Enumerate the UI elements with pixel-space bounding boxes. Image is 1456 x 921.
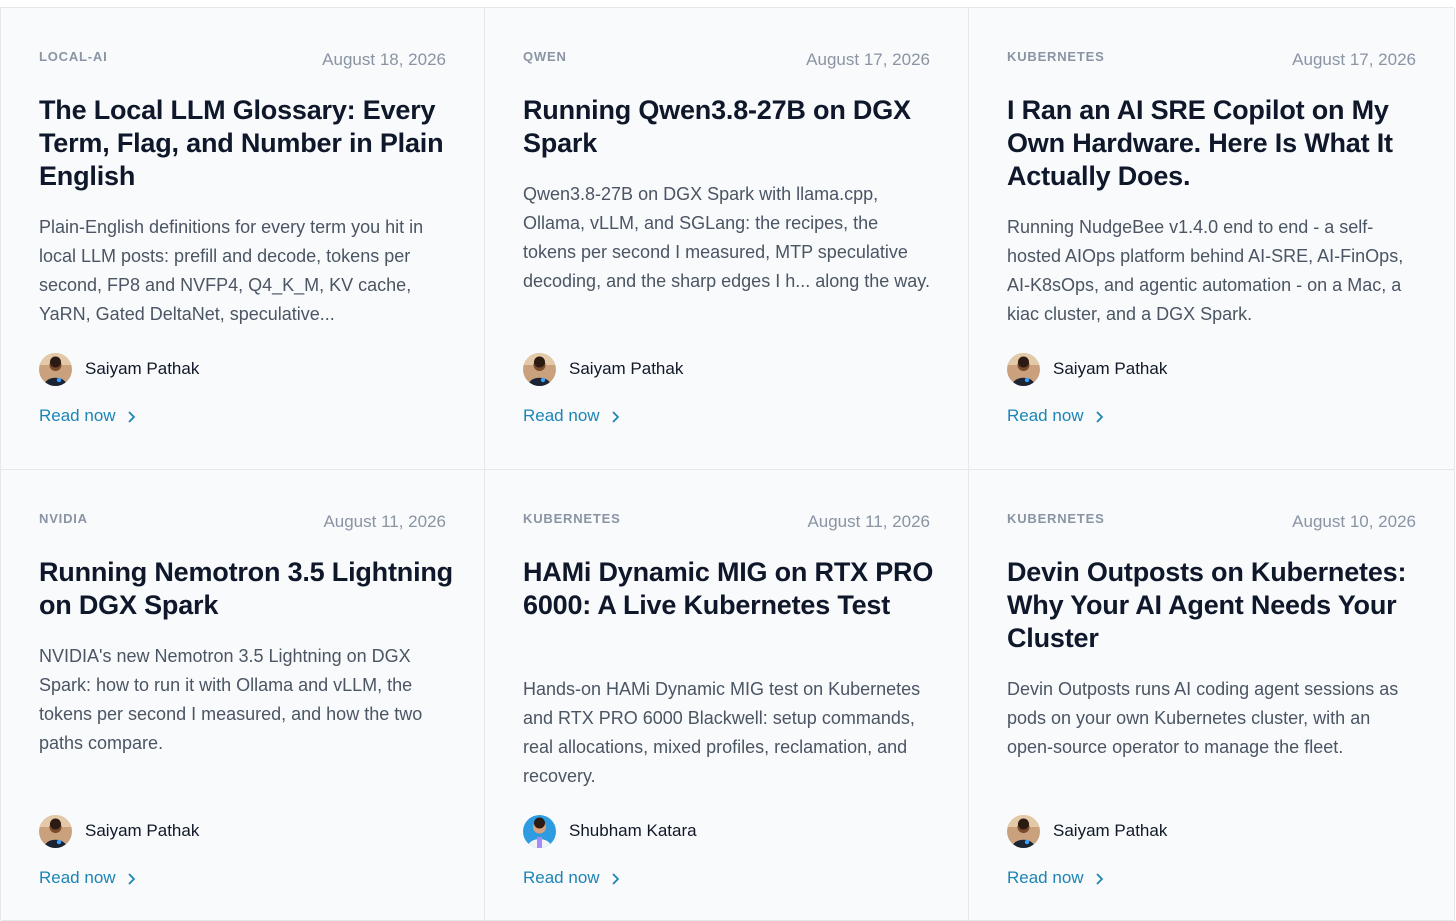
post-card[interactable]: QWEN August 17, 2026 Running Qwen3.8-27B… bbox=[485, 8, 969, 470]
post-tag[interactable]: KUBERNETES bbox=[523, 511, 621, 526]
author-avatar bbox=[1007, 814, 1040, 848]
chevron-right-icon bbox=[126, 409, 138, 423]
post-excerpt: Plain-English definitions for every term… bbox=[39, 217, 424, 324]
post-tag[interactable]: QWEN bbox=[523, 49, 567, 64]
author-avatar bbox=[523, 352, 556, 386]
post-author: Saiyam Pathak bbox=[39, 352, 199, 386]
read-now-link[interactable]: Read now bbox=[1007, 406, 1106, 426]
post-excerpt: NVIDIA's new Nemotron 3.5 Lightning on D… bbox=[39, 646, 423, 753]
post-tag[interactable]: KUBERNETES bbox=[1007, 49, 1105, 64]
post-date: August 17, 2026 bbox=[806, 50, 930, 69]
post-title[interactable]: Devin Outposts on Kubernetes: Why Your A… bbox=[1007, 556, 1424, 655]
author-avatar bbox=[523, 814, 556, 848]
read-now-label: Read now bbox=[39, 868, 116, 887]
post-date: August 18, 2026 bbox=[322, 50, 446, 69]
author-name[interactable]: Saiyam Pathak bbox=[85, 359, 199, 379]
post-author: Saiyam Pathak bbox=[1007, 352, 1167, 386]
read-now-link[interactable]: Read now bbox=[523, 406, 622, 426]
author-name[interactable]: Shubham Katara bbox=[569, 821, 697, 841]
post-excerpt: Hands-on HAMi Dynamic MIG test on Kubern… bbox=[523, 679, 921, 786]
post-author: Shubham Katara bbox=[523, 814, 697, 848]
post-meta: KUBERNETES August 11, 2026 bbox=[523, 510, 930, 534]
post-grid: LOCAL-AI August 18, 2026 The Local LLM G… bbox=[0, 7, 1455, 921]
post-title[interactable]: HAMi Dynamic MIG on RTX PRO 6000: A Live… bbox=[523, 556, 938, 622]
post-author: Saiyam Pathak bbox=[39, 814, 199, 848]
post-author: Saiyam Pathak bbox=[523, 352, 683, 386]
read-now-link[interactable]: Read now bbox=[523, 868, 622, 888]
author-avatar bbox=[39, 814, 72, 848]
post-date: August 17, 2026 bbox=[1292, 50, 1416, 69]
post-meta: LOCAL-AI August 18, 2026 bbox=[39, 48, 446, 72]
post-meta: QWEN August 17, 2026 bbox=[523, 48, 930, 72]
post-date: August 10, 2026 bbox=[1292, 512, 1416, 531]
read-now-link[interactable]: Read now bbox=[39, 406, 138, 426]
author-avatar bbox=[1007, 352, 1040, 386]
post-title[interactable]: The Local LLM Glossary: Every Term, Flag… bbox=[39, 94, 454, 193]
post-excerpt: Qwen3.8-27B on DGX Spark with llama.cpp,… bbox=[523, 184, 930, 291]
author-name[interactable]: Saiyam Pathak bbox=[1053, 359, 1167, 379]
post-card[interactable]: KUBERNETES August 17, 2026 I Ran an AI S… bbox=[969, 8, 1455, 470]
post-title[interactable]: I Ran an AI SRE Copilot on My Own Hardwa… bbox=[1007, 94, 1424, 193]
read-now-link[interactable]: Read now bbox=[1007, 868, 1106, 888]
post-title[interactable]: Running Qwen3.8-27B on DGX Spark bbox=[523, 94, 938, 160]
chevron-right-icon bbox=[610, 409, 622, 423]
post-meta: KUBERNETES August 10, 2026 bbox=[1007, 510, 1416, 534]
chevron-right-icon bbox=[610, 871, 622, 885]
post-tag[interactable]: LOCAL-AI bbox=[39, 49, 108, 64]
read-now-label: Read now bbox=[1007, 868, 1084, 887]
author-name[interactable]: Saiyam Pathak bbox=[569, 359, 683, 379]
post-meta: NVIDIA August 11, 2026 bbox=[39, 510, 446, 534]
read-now-label: Read now bbox=[39, 406, 116, 425]
read-now-label: Read now bbox=[523, 868, 600, 887]
post-excerpt: Devin Outposts runs AI coding agent sess… bbox=[1007, 679, 1399, 757]
post-tag[interactable]: NVIDIA bbox=[39, 511, 88, 526]
post-date: August 11, 2026 bbox=[323, 512, 446, 531]
post-author: Saiyam Pathak bbox=[1007, 814, 1167, 848]
post-card[interactable]: KUBERNETES August 11, 2026 HAMi Dynamic … bbox=[485, 470, 969, 921]
chevron-right-icon bbox=[1094, 871, 1106, 885]
post-excerpt: Running NudgeBee v1.4.0 end to end - a s… bbox=[1007, 217, 1404, 324]
post-date: August 11, 2026 bbox=[807, 512, 930, 531]
chevron-right-icon bbox=[1094, 409, 1106, 423]
chevron-right-icon bbox=[126, 871, 138, 885]
author-avatar bbox=[39, 352, 72, 386]
read-now-link[interactable]: Read now bbox=[39, 868, 138, 888]
post-card[interactable]: LOCAL-AI August 18, 2026 The Local LLM G… bbox=[1, 8, 485, 470]
author-name[interactable]: Saiyam Pathak bbox=[85, 821, 199, 841]
post-meta: KUBERNETES August 17, 2026 bbox=[1007, 48, 1416, 72]
post-tag[interactable]: KUBERNETES bbox=[1007, 511, 1105, 526]
read-now-label: Read now bbox=[523, 406, 600, 425]
author-name[interactable]: Saiyam Pathak bbox=[1053, 821, 1167, 841]
post-card[interactable]: KUBERNETES August 10, 2026 Devin Outpost… bbox=[969, 470, 1455, 921]
post-card[interactable]: NVIDIA August 11, 2026 Running Nemotron … bbox=[1, 470, 485, 921]
read-now-label: Read now bbox=[1007, 406, 1084, 425]
post-title[interactable]: Running Nemotron 3.5 Lightning on DGX Sp… bbox=[39, 556, 454, 622]
